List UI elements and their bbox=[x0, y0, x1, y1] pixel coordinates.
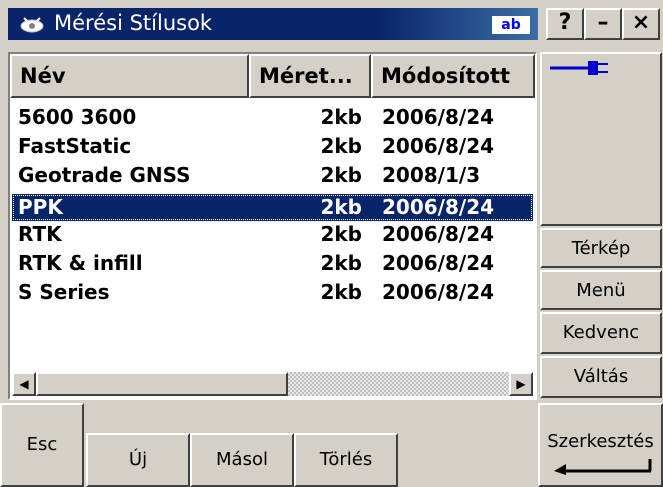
list-item[interactable]: 5600 3600 2kb 2006/8/24 bbox=[12, 104, 533, 131]
list-header: Név Méret... Módosított bbox=[10, 54, 535, 98]
edit-button-label: Szerkesztés bbox=[547, 431, 654, 452]
item-size: 2kb bbox=[320, 105, 362, 129]
bottom-toolbar: Esc Új Másol Törlés Szerkesztés bbox=[0, 403, 663, 487]
new-button[interactable]: Új bbox=[86, 433, 190, 487]
item-name: RTK & infill bbox=[18, 251, 143, 275]
list-item[interactable]: Geotrade GNSS 2kb 2008/1/3 bbox=[12, 162, 533, 189]
list-item[interactable]: RTK 2kb 2006/8/24 bbox=[12, 221, 533, 248]
esc-button[interactable]: Esc bbox=[0, 403, 84, 487]
item-modified: 2008/1/3 bbox=[382, 163, 481, 187]
input-mode-indicator[interactable]: ab bbox=[492, 16, 530, 34]
window-title: Mérési Stílusok bbox=[54, 11, 213, 35]
scroll-right-button[interactable]: ▶ bbox=[509, 372, 533, 396]
satellite-icon bbox=[20, 17, 44, 33]
item-size: 2kb bbox=[320, 134, 362, 158]
column-header-name[interactable]: Név bbox=[10, 54, 249, 98]
favorite-button[interactable]: Kedvenc bbox=[540, 312, 662, 354]
item-modified: 2006/8/24 bbox=[382, 105, 495, 129]
item-modified: 2006/8/24 bbox=[382, 251, 495, 275]
item-size: 2kb bbox=[320, 222, 362, 246]
item-modified: 2006/8/24 bbox=[382, 134, 495, 158]
item-name: FastStatic bbox=[18, 134, 132, 158]
item-size: 2kb bbox=[320, 195, 362, 219]
help-button[interactable]: ? bbox=[546, 8, 584, 40]
item-name: PPK bbox=[18, 195, 63, 219]
item-size: 2kb bbox=[320, 280, 362, 304]
column-header-size[interactable]: Méret... bbox=[249, 54, 371, 98]
list-item[interactable]: RTK & infill 2kb 2006/8/24 bbox=[12, 250, 533, 277]
scrollbar-thumb[interactable] bbox=[36, 372, 288, 396]
minimize-button[interactable]: – bbox=[584, 8, 622, 40]
list-item[interactable]: FastStatic 2kb 2006/8/24 bbox=[12, 133, 533, 160]
styles-list[interactable]: Név Méret... Módosított 5600 3600 2kb 20… bbox=[8, 52, 537, 400]
item-name: 5600 3600 bbox=[18, 105, 137, 129]
close-button[interactable]: × bbox=[622, 8, 660, 40]
item-modified: 2006/8/24 bbox=[382, 222, 495, 246]
list-item[interactable]: S Series 2kb 2006/8/24 bbox=[12, 279, 533, 306]
map-button[interactable]: Térkép bbox=[540, 228, 662, 268]
delete-button[interactable]: Törlés bbox=[294, 433, 398, 487]
list-item-selected[interactable]: PPK 2kb 2006/8/24 bbox=[12, 194, 533, 221]
item-modified: 2006/8/24 bbox=[382, 280, 495, 304]
scroll-left-button[interactable]: ◀ bbox=[12, 372, 36, 396]
item-name: S Series bbox=[18, 280, 110, 304]
enter-arrow-icon bbox=[554, 459, 652, 475]
title-bar-fill: Mérési Stílusok ab bbox=[8, 8, 538, 40]
item-name: RTK bbox=[18, 222, 62, 246]
side-panel: Térkép Menü Kedvenc Váltás bbox=[540, 52, 662, 400]
item-size: 2kb bbox=[320, 163, 362, 187]
item-modified: 2006/8/24 bbox=[382, 195, 495, 219]
item-name: Geotrade GNSS bbox=[18, 163, 191, 187]
menu-button[interactable]: Menü bbox=[540, 270, 662, 310]
horizontal-scrollbar[interactable]: ◀ ▶ bbox=[12, 372, 533, 396]
item-size: 2kb bbox=[320, 251, 362, 275]
edit-button[interactable]: Szerkesztés bbox=[538, 403, 663, 487]
column-header-modified[interactable]: Módosított bbox=[371, 54, 535, 98]
plug-icon bbox=[550, 61, 608, 75]
connection-status[interactable] bbox=[540, 52, 662, 226]
switch-button[interactable]: Váltás bbox=[540, 356, 662, 398]
copy-button[interactable]: Másol bbox=[190, 433, 294, 487]
title-bar: Mérési Stílusok ab ? – × bbox=[0, 0, 663, 46]
